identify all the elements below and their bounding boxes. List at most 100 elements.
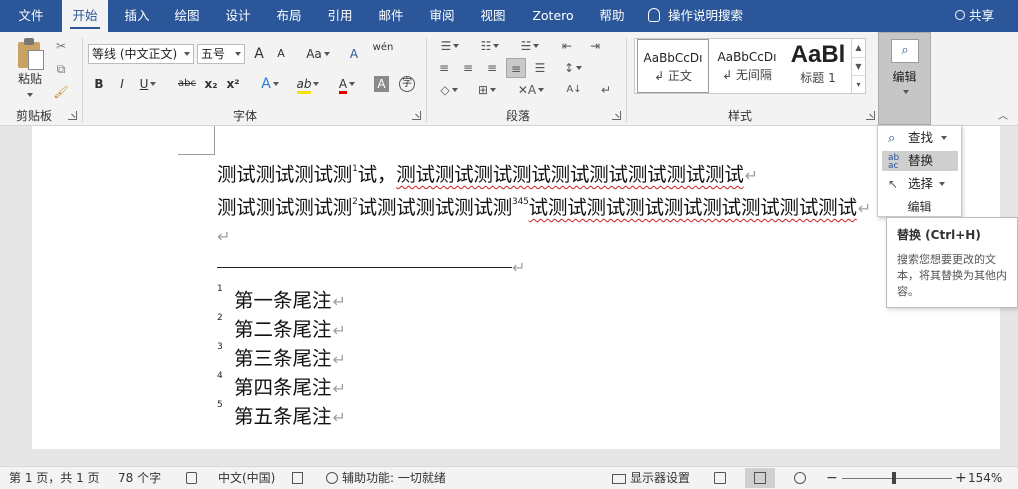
borders-button[interactable]: ⊞	[472, 80, 502, 100]
format-painter-icon[interactable]: 🖌	[52, 82, 70, 102]
macro-icon[interactable]	[292, 467, 307, 489]
bullets-button[interactable]: ☰	[434, 36, 466, 56]
styles-launcher-icon[interactable]	[866, 111, 875, 120]
word-count[interactable]: 78 个字	[118, 467, 161, 489]
character-shading-button[interactable]: A	[374, 76, 389, 92]
body-line-2[interactable]: 测试测试测试测2试测试测试测试测345试测试测试测试测试测试测试测试测试↵	[217, 191, 871, 220]
line-spacing-button[interactable]: ↕	[558, 58, 588, 78]
decrease-indent-icon[interactable]: ⇤	[556, 36, 578, 56]
proofing-icon[interactable]	[186, 467, 201, 489]
print-layout-view[interactable]	[745, 468, 775, 488]
zoom-out-button[interactable]: −	[826, 467, 838, 489]
text-effects-button[interactable]: A	[256, 74, 284, 94]
tab-mailings[interactable]: 邮件	[368, 0, 414, 32]
style-no-spacing[interactable]: AaBbCcDı ↲ 无间隔	[711, 39, 783, 93]
font-color-button[interactable]: A	[334, 74, 360, 94]
increase-indent-icon[interactable]: ⇥	[584, 36, 606, 56]
font-group-label: 字体	[232, 109, 257, 123]
style-name: ↲ 正文	[654, 69, 692, 83]
align-center-icon[interactable]: ≡	[458, 58, 478, 78]
tab-draw[interactable]: 绘图	[164, 0, 210, 32]
chinese-layout-button[interactable]: ✕A	[514, 80, 548, 100]
paragraph-launcher-icon[interactable]	[612, 111, 621, 120]
endnote-text[interactable]: 第五条尾注↵	[234, 400, 346, 429]
subscript-button[interactable]: x₂	[203, 74, 219, 94]
zoom-slider-thumb[interactable]	[892, 472, 896, 484]
styles-scroll[interactable]: ▲ ▼ ▾	[851, 39, 865, 93]
tab-review[interactable]: 审阅	[419, 0, 465, 32]
strikethrough-button[interactable]: abc	[176, 74, 198, 94]
find-label: 查找	[908, 130, 934, 145]
show-marks-icon[interactable]: ↵	[596, 80, 616, 100]
tooltip-title: 替换 (Ctrl+H)	[897, 228, 981, 242]
read-mode-view[interactable]	[705, 468, 735, 488]
search-icon: ⌕	[888, 131, 896, 146]
paste-icon[interactable]	[16, 38, 46, 70]
find-menu-item[interactable]: ⌕ 查找	[882, 128, 958, 148]
display-settings[interactable]: 显示器设置	[612, 467, 690, 489]
numbering-button[interactable]: ☷	[474, 36, 506, 56]
accessibility-status[interactable]: 辅助功能: 一切就绪	[326, 467, 446, 489]
editing-button[interactable]: ⌕ 编辑	[878, 32, 931, 125]
tab-references[interactable]: 引用	[317, 0, 363, 32]
tell-me-search[interactable]: 操作说明搜索	[648, 0, 743, 32]
select-menu-item[interactable]: ↖ 选择	[882, 174, 958, 194]
shrink-font-icon[interactable]: A	[272, 44, 290, 64]
style-heading-1[interactable]: AaBl 标题 1	[785, 39, 851, 93]
group-divider	[82, 38, 83, 122]
phonetic-guide-icon[interactable]: wén	[372, 42, 394, 62]
font-launcher-icon[interactable]	[412, 111, 421, 120]
highlight-button[interactable]: ab	[294, 74, 322, 94]
align-left-icon[interactable]: ≡	[434, 58, 454, 78]
endnote-text[interactable]: 第三条尾注↵	[234, 342, 346, 371]
italic-button[interactable]: I	[113, 74, 131, 94]
empty-paragraph[interactable]: ↵	[217, 224, 230, 247]
zoom-level[interactable]: 154%	[968, 467, 1002, 489]
tab-help[interactable]: 帮助	[589, 0, 635, 32]
zoom-in-button[interactable]: +	[955, 467, 967, 489]
zoom-slider[interactable]	[842, 478, 952, 479]
web-layout-view[interactable]	[785, 468, 815, 488]
tab-layout[interactable]: 布局	[266, 0, 312, 32]
endnote-reference[interactable]: 345	[512, 197, 529, 207]
style-normal[interactable]: AaBbCcDı ↲ 正文	[637, 39, 709, 93]
tab-view[interactable]: 视图	[470, 0, 516, 32]
font-name-combo[interactable]: 等线 (中文正文)	[88, 44, 194, 64]
scroll-up-icon[interactable]: ▲	[852, 39, 865, 57]
clipboard-launcher-icon[interactable]	[68, 111, 77, 120]
paste-dropdown[interactable]	[22, 85, 36, 105]
grow-font-icon[interactable]: A	[250, 44, 268, 64]
cut-icon[interactable]: ✂	[52, 36, 70, 56]
endnote-text[interactable]: 第四条尾注↵	[234, 371, 346, 400]
enclose-characters-button[interactable]: 字	[397, 74, 417, 94]
more-styles-icon[interactable]: ▾	[852, 75, 865, 92]
shading-button[interactable]: ◇	[434, 80, 464, 100]
tab-design[interactable]: 设计	[215, 0, 261, 32]
underline-button[interactable]: U	[136, 74, 160, 94]
copy-icon[interactable]: ⧉	[52, 59, 70, 79]
replace-menu-item[interactable]: ab ac 替换	[882, 151, 958, 171]
change-case-button[interactable]: Aa	[300, 44, 336, 64]
collapse-ribbon-icon[interactable]: ︿	[998, 112, 1010, 122]
tab-zotero[interactable]: Zotero	[525, 0, 581, 32]
sort-icon[interactable]: A↓	[564, 80, 584, 100]
endnote-text[interactable]: 第二条尾注↵	[234, 313, 346, 342]
font-size-combo[interactable]: 五号	[197, 44, 245, 64]
language-indicator[interactable]: 中文(中国)	[218, 467, 275, 489]
endnote-body: 第二条尾注	[234, 318, 332, 341]
tab-home[interactable]: 开始	[62, 0, 108, 32]
bold-button[interactable]: B	[90, 74, 108, 94]
share-button[interactable]: 共享	[954, 0, 994, 32]
endnote-text[interactable]: 第一条尾注↵	[234, 284, 346, 313]
body-line-1[interactable]: 测试测试测试测1试，测试测试测试测试测试测试测试测试测试↵	[217, 158, 758, 187]
multilevel-list-button[interactable]: ☱	[514, 36, 546, 56]
superscript-button[interactable]: x²	[225, 74, 241, 94]
justify-icon[interactable]: ≡	[506, 58, 526, 78]
tab-insert[interactable]: 插入	[114, 0, 160, 32]
page-count[interactable]: 第 1 页，共 1 页	[9, 467, 100, 489]
align-right-icon[interactable]: ≡	[482, 58, 502, 78]
scroll-down-icon[interactable]: ▼	[852, 57, 865, 75]
distributed-icon[interactable]: ☰	[530, 58, 550, 78]
tab-file[interactable]: 文件	[8, 0, 54, 32]
clear-formatting-icon[interactable]: A	[344, 44, 364, 64]
